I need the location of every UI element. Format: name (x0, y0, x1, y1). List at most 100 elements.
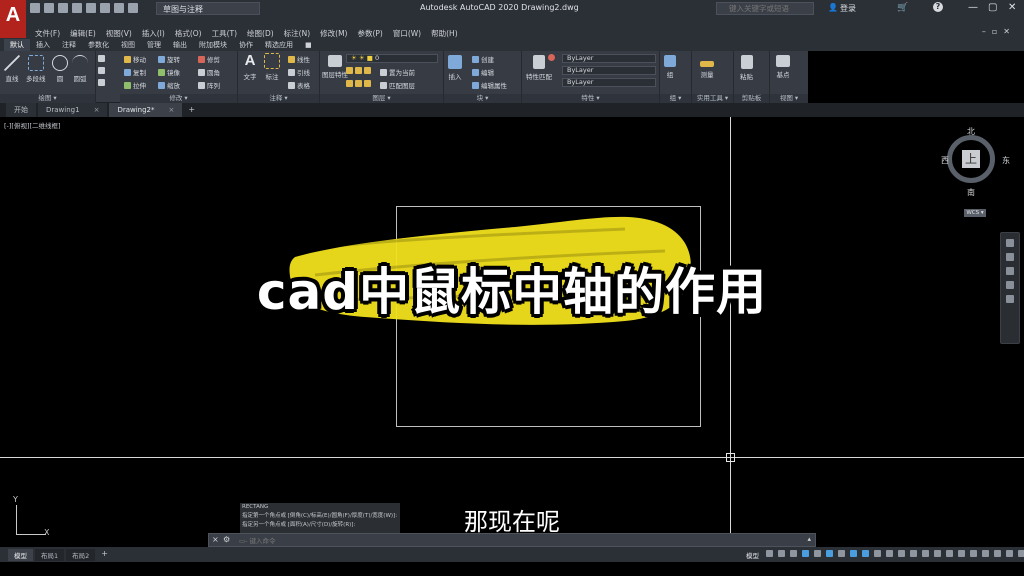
scale-tool[interactable]: 缩放 (158, 80, 180, 90)
group-tool[interactable]: 组 (664, 55, 676, 79)
line-tool[interactable]: 直线 (4, 55, 20, 83)
menu-format[interactable]: 格式(O) (170, 28, 207, 39)
drawing-window-controls[interactable]: –▫✕ (982, 27, 1016, 36)
layer-select[interactable]: ☀ ☀ ■ 0 (346, 54, 438, 63)
lineweight-select[interactable]: ByLayer (562, 78, 656, 87)
menu-draw[interactable]: 绘图(D) (242, 28, 279, 39)
lock-ui-icon[interactable] (970, 550, 977, 557)
tab-collaborate[interactable]: 协作 (233, 39, 259, 51)
color-select[interactable]: ByLayer (562, 54, 656, 63)
base-point-tool[interactable]: 基点 (776, 55, 790, 79)
search-input[interactable] (716, 2, 814, 15)
dimension-tool[interactable]: 标注 (264, 53, 280, 81)
web-mobile-icon[interactable] (86, 3, 96, 13)
viewport-controls[interactable]: [-][俯视][二维线框] (4, 120, 61, 130)
view-panel-title[interactable]: 视图 ▾ (770, 94, 808, 103)
close-window-icon[interactable]: ✕ (1008, 2, 1016, 13)
customize-icon[interactable]: ⚙ (223, 535, 230, 544)
close-tab-icon[interactable]: × (94, 103, 100, 117)
annotation-scale-icon[interactable] (910, 550, 917, 557)
compass-south[interactable]: 南 (967, 187, 975, 198)
clean-screen-icon[interactable] (1006, 550, 1013, 557)
menu-modify[interactable]: 修改(M) (315, 28, 352, 39)
command-input[interactable] (239, 535, 799, 546)
file-tab-drawing2[interactable]: Drawing2* × (109, 103, 183, 117)
cart-icon[interactable]: 🛒 (897, 3, 908, 13)
linetype-select[interactable]: ByLayer (562, 66, 656, 75)
trim-tool[interactable]: 修剪 (198, 54, 220, 64)
close-tab-icon[interactable]: × (169, 103, 175, 117)
color-wheel-icon[interactable] (548, 54, 555, 61)
file-tab-start[interactable]: 开始 (6, 103, 36, 117)
menu-edit[interactable]: 编辑(E) (65, 28, 101, 39)
save-icon[interactable] (58, 3, 68, 13)
properties-panel-title[interactable]: 特性 ▾ (522, 94, 659, 103)
draw-panel-title[interactable]: 绘图 ▾ (0, 94, 95, 103)
steering-wheel-icon[interactable] (1006, 239, 1014, 247)
isodraft-icon[interactable] (838, 550, 845, 557)
wcs-menu[interactable]: WCS ▾ (964, 209, 986, 217)
layout-tab-layout2[interactable]: 布局2 (66, 549, 96, 561)
hatch-tool[interactable] (98, 79, 105, 86)
set-current-layer-tool[interactable]: 置为当前 (380, 67, 415, 77)
tab-addins[interactable]: 附加模块 (193, 39, 233, 51)
model-space-button[interactable]: 模型 (746, 550, 759, 560)
close-command-line-icon[interactable]: × (212, 535, 219, 544)
layers-panel-title[interactable]: 图层 ▾ (320, 94, 443, 103)
isolate-objects-icon[interactable] (982, 550, 989, 557)
viewcube-top-face[interactable]: 上 (962, 150, 980, 168)
undo-icon[interactable] (114, 3, 124, 13)
units-icon[interactable] (946, 550, 953, 557)
minimize-window-icon[interactable]: — (968, 2, 978, 13)
graphics-performance-icon[interactable] (994, 550, 1001, 557)
rotate-tool[interactable]: 旋转 (158, 54, 180, 64)
menu-parametric[interactable]: 参数(P) (352, 28, 387, 39)
tab-annotate[interactable]: 注释 (56, 39, 82, 51)
menu-insert[interactable]: 插入(I) (137, 28, 170, 39)
selection-cycling-icon[interactable] (898, 550, 905, 557)
layer-isolate-tools[interactable] (346, 80, 371, 87)
tab-manage[interactable]: 管理 (141, 39, 167, 51)
print-icon[interactable] (100, 3, 110, 13)
tab-default[interactable]: 默认 (4, 39, 30, 51)
maximize-window-icon[interactable]: ▢ (988, 2, 997, 13)
ribbon-minimize-icon[interactable]: ■ (299, 39, 318, 51)
layer-state-tools[interactable] (346, 67, 371, 74)
file-tab-drawing1[interactable]: Drawing1 × (38, 103, 108, 117)
add-layout-button[interactable]: + (97, 549, 108, 561)
copy-tool[interactable]: 复制 (124, 67, 146, 77)
compass-east[interactable]: 东 (1002, 155, 1010, 166)
transparency-icon[interactable] (886, 550, 893, 557)
dynamic-input-icon[interactable] (802, 550, 809, 557)
groups-panel-title[interactable]: 组 ▾ (660, 94, 691, 103)
command-history-arrow-icon[interactable]: ▴ (807, 535, 811, 543)
match-layer-tool[interactable]: 匹配图层 (380, 80, 415, 90)
open-icon[interactable] (44, 3, 54, 13)
menu-dimension[interactable]: 标注(N) (279, 28, 315, 39)
tab-featured-apps[interactable]: 精选应用 (259, 39, 299, 51)
table-tool[interactable]: 表格 (288, 80, 310, 90)
user-icon[interactable]: 👤 (828, 3, 838, 12)
move-tool[interactable]: 移动 (124, 54, 146, 64)
polyline-tool[interactable]: 多段线 (26, 55, 46, 83)
viewcube[interactable]: 上 北 南 东 西 WCS ▾ (941, 125, 1010, 217)
lineweight-icon[interactable] (874, 550, 881, 557)
redo-icon[interactable] (128, 3, 138, 13)
tab-insert[interactable]: 插入 (30, 39, 56, 51)
quick-properties-icon[interactable] (958, 550, 965, 557)
new-tab-button[interactable]: + (184, 103, 195, 117)
linear-dimension-tool[interactable]: 线性 (288, 54, 310, 64)
create-block-tool[interactable]: 创建 (472, 54, 494, 64)
annotation-monitor-icon[interactable] (934, 550, 941, 557)
compass-west[interactable]: 西 (941, 155, 949, 166)
menu-tools[interactable]: 工具(T) (207, 28, 242, 39)
customization-icon[interactable] (1018, 550, 1024, 557)
fillet-tool[interactable]: 圆角 (198, 67, 220, 77)
edit-block-tool[interactable]: 编辑 (472, 67, 494, 77)
grid-icon[interactable] (766, 550, 773, 557)
menu-view[interactable]: 视图(V) (101, 28, 137, 39)
autocad-logo[interactable]: A (0, 0, 26, 38)
text-tool[interactable]: A 文字 (242, 53, 258, 82)
paste-tool[interactable]: 粘贴 (740, 55, 753, 81)
object-snap-icon[interactable] (862, 550, 869, 557)
